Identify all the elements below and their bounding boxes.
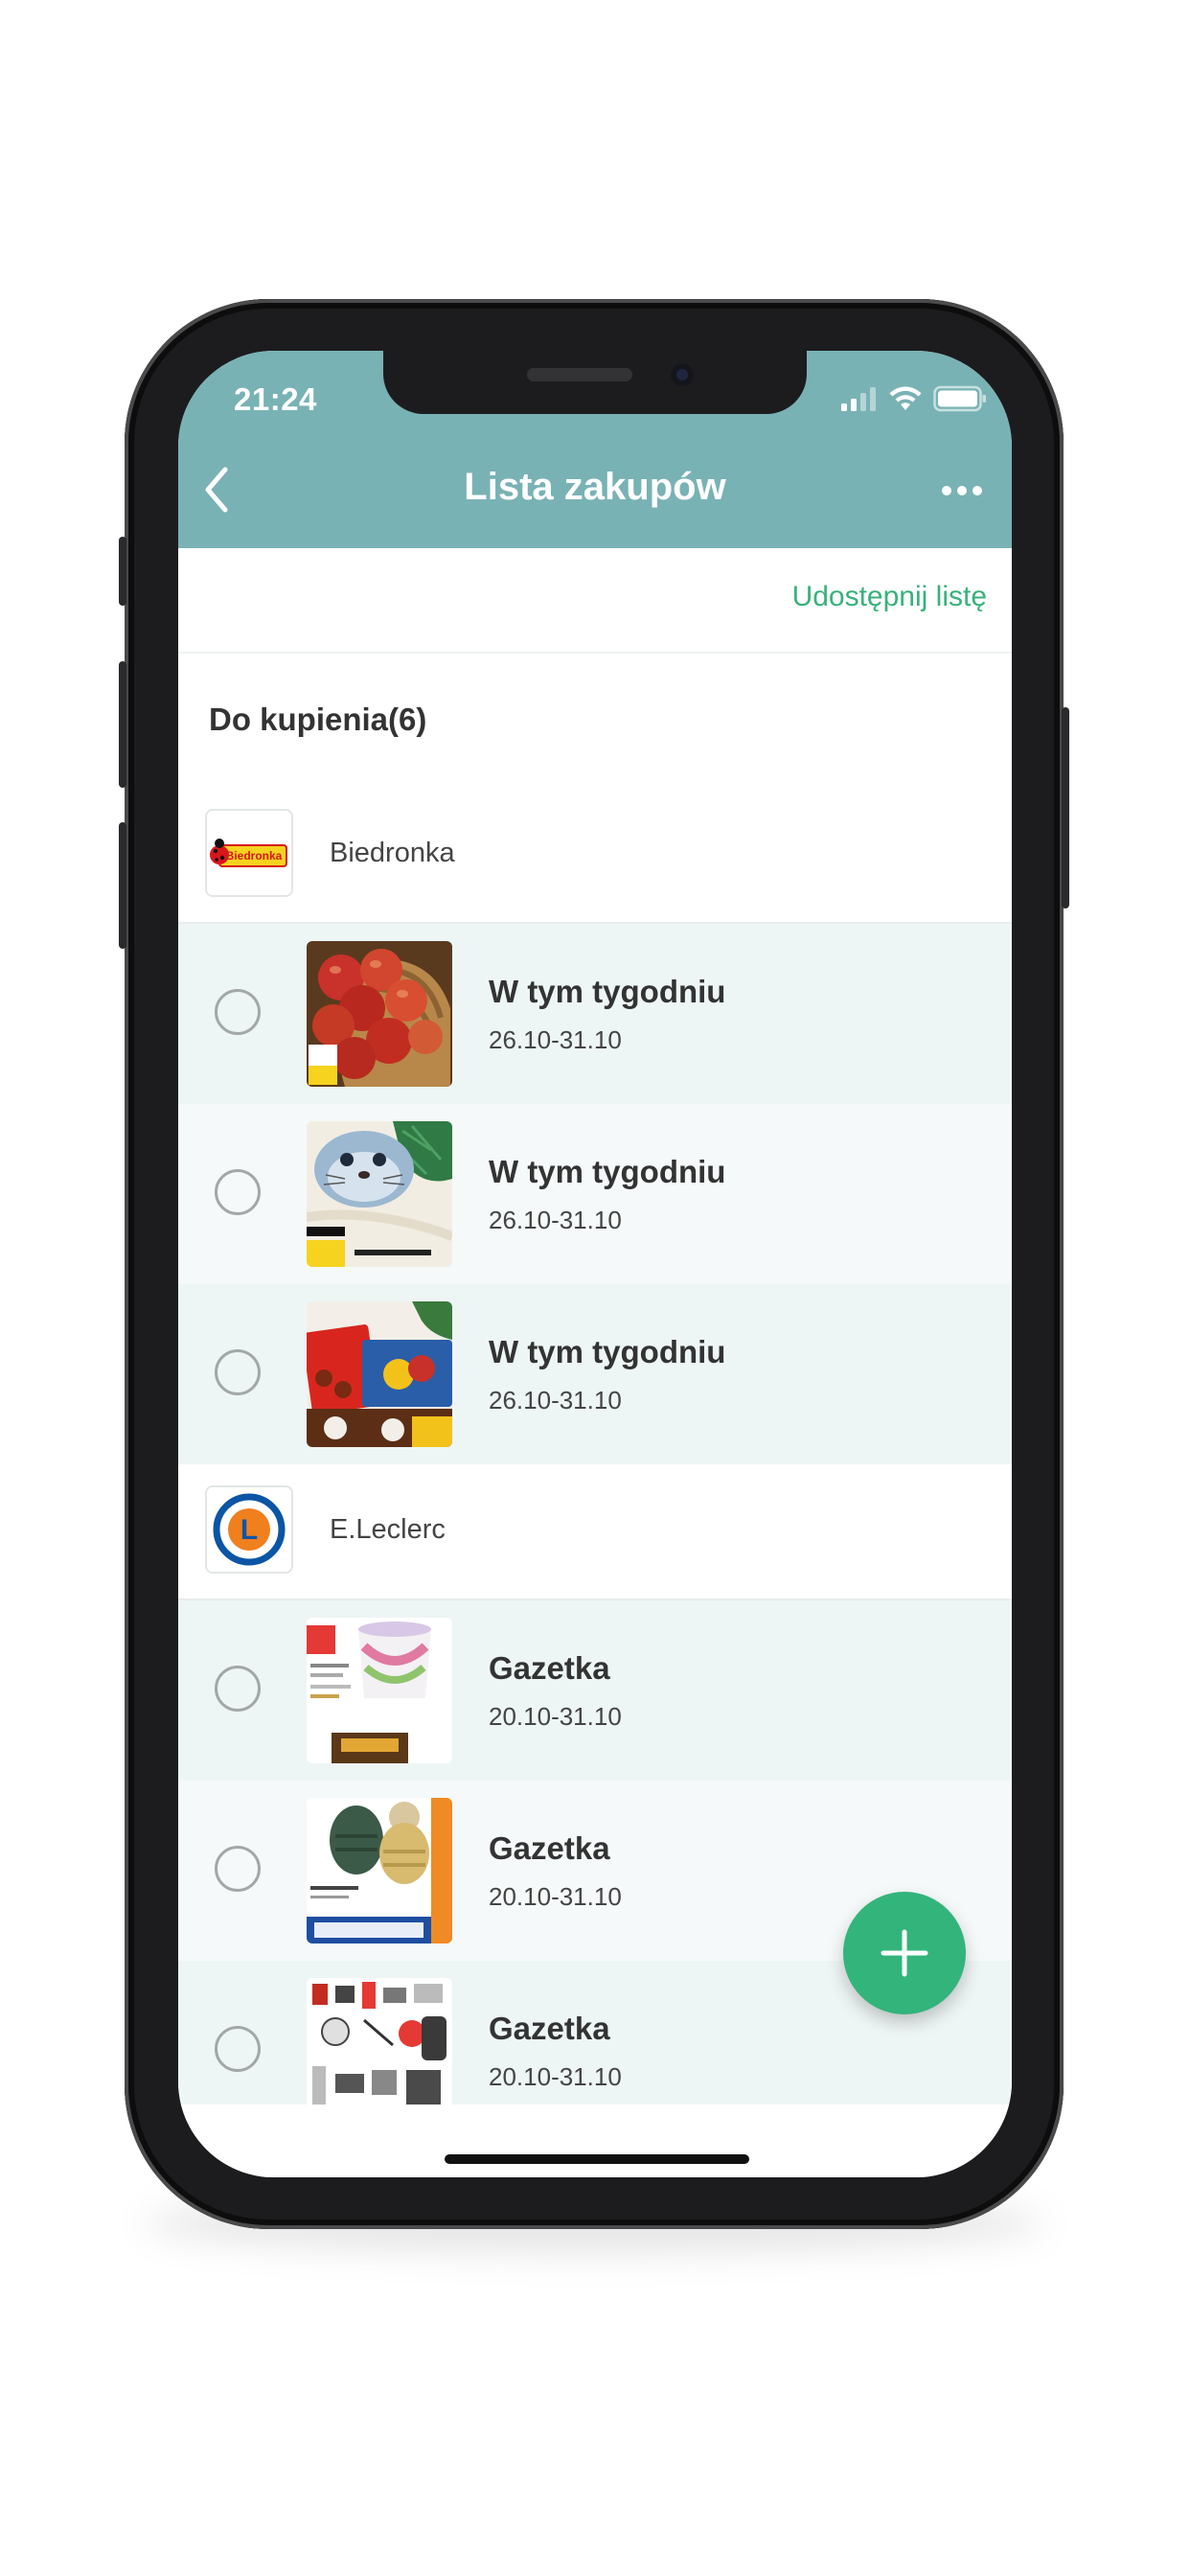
more-dot (973, 486, 982, 495)
item-thumbnail-hats-leaflet (307, 1798, 452, 1944)
notch (383, 351, 807, 414)
item-title: Gazetka (489, 1650, 610, 1686)
leclerc-logo: L (205, 1485, 293, 1574)
item-date: 20.10-31.10 (489, 1702, 622, 1731)
home-indicator[interactable] (445, 2154, 749, 2164)
store-name: E.Leclerc (330, 1514, 446, 1545)
item-date: 26.10-31.10 (489, 1025, 622, 1054)
item-date: 20.10-31.10 (489, 1882, 622, 1911)
item-checkbox[interactable] (215, 1349, 261, 1395)
phone-screen: 21:24 Lista zakupów Udostępnij listę Do … (178, 351, 1012, 2177)
biedronka-logo: Biedronka (205, 809, 293, 897)
battery-icon (933, 385, 986, 412)
list-item[interactable]: W tym tygodniu 26.10-31.10 (178, 1284, 1012, 1464)
cellular-signal-icon (841, 387, 876, 411)
item-date: 20.10-31.10 (489, 2062, 622, 2091)
volume-down-button (119, 822, 126, 949)
item-date: 26.10-31.10 (489, 1386, 622, 1414)
item-thumbnail-apples (307, 941, 452, 1087)
item-checkbox[interactable] (215, 1846, 261, 1892)
add-button[interactable] (843, 1892, 966, 2014)
list-item[interactable]: Gazetka 20.10-31.10 (178, 1600, 1012, 1781)
silent-switch (119, 537, 126, 606)
status-icons (839, 383, 987, 414)
app-screenshot: 21:24 Lista zakupów Udostępnij listę Do … (0, 0, 1190, 2576)
biedronka-logo-icon: Biedronka (210, 839, 287, 867)
section-header: Do kupienia(6) (178, 654, 1012, 790)
item-thumbnail-ice-cream-leaflet (307, 1618, 452, 1763)
status-time: 21:24 (234, 381, 317, 417)
item-checkbox[interactable] (215, 2026, 261, 2072)
leclerc-logo-icon: L (213, 1493, 286, 1566)
plus-icon (881, 1929, 928, 1977)
item-title: W tym tygodniu (489, 974, 726, 1009)
share-row: Udostępnij listę (178, 548, 1012, 654)
wifi-icon (889, 386, 922, 410)
share-list-link[interactable]: Udostępnij listę (792, 581, 987, 613)
front-camera (671, 363, 694, 386)
leclerc-logo-text: L (240, 1514, 258, 1546)
speaker (527, 368, 632, 381)
volume-up-button (119, 661, 126, 788)
item-checkbox[interactable] (215, 1666, 261, 1712)
item-title: W tym tygodniu (489, 1334, 726, 1369)
more-button[interactable] (933, 462, 991, 519)
item-checkbox[interactable] (215, 1169, 261, 1215)
list-item[interactable]: W tym tygodniu 26.10-31.10 (178, 924, 1012, 1104)
list-item[interactable]: W tym tygodniu 26.10-31.10 (178, 1104, 1012, 1284)
store-header-biedronka[interactable]: Biedronka Biedronka (178, 788, 1012, 924)
item-thumbnail-seal-toy (307, 1121, 452, 1267)
more-dot (957, 486, 967, 495)
item-thumbnail-products-leaflet (307, 1978, 452, 2124)
item-title: Gazetka (489, 2011, 610, 2046)
more-horizontal-icon (942, 486, 951, 495)
bottom-safe-area (178, 2104, 1012, 2177)
item-title: Gazetka (489, 1830, 610, 1866)
power-button (1062, 707, 1069, 908)
biedronka-logo-text: Biedronka (226, 849, 283, 862)
item-checkbox[interactable] (215, 989, 261, 1035)
item-title: W tym tygodniu (489, 1154, 726, 1189)
section-title: Do kupienia(6) (209, 702, 427, 737)
item-date: 26.10-31.10 (489, 1206, 622, 1234)
page-title: Lista zakupów (464, 466, 726, 508)
store-header-leclerc[interactable]: L E.Leclerc (178, 1464, 1012, 1600)
store-name: Biedronka (330, 838, 455, 868)
item-thumbnail-candy (307, 1301, 452, 1447)
